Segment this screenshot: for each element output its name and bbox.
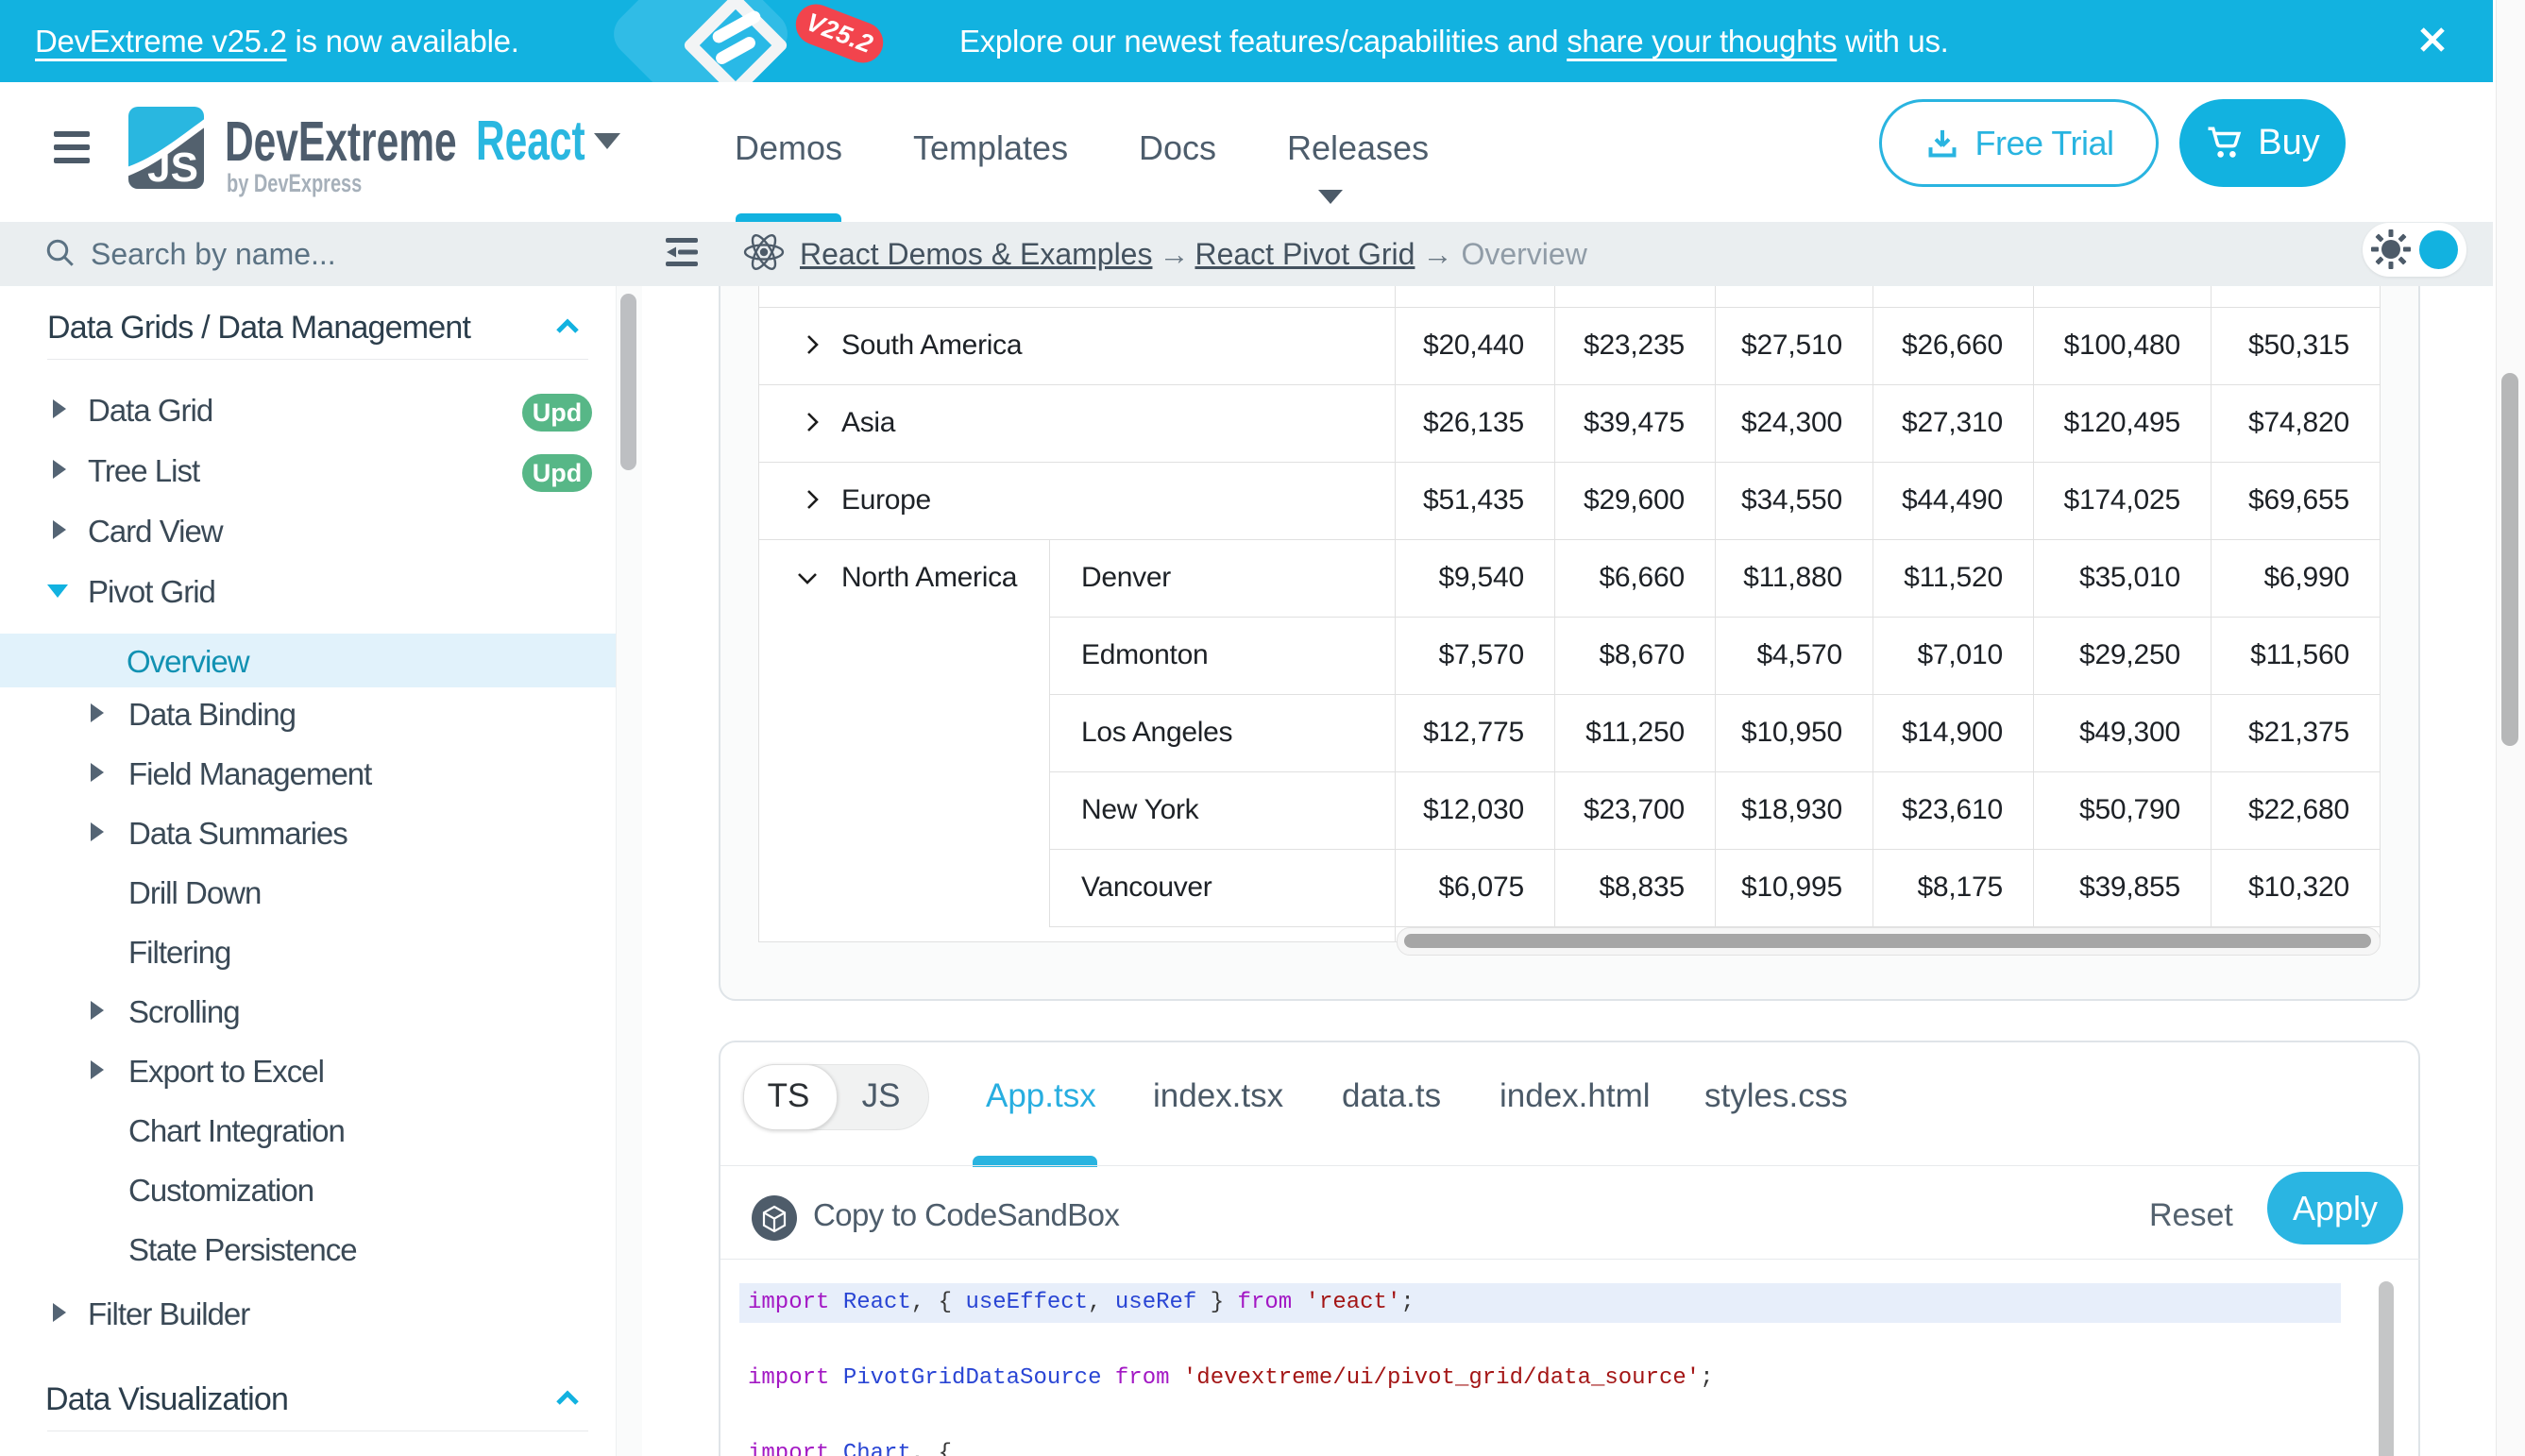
svg-text:JS: JS <box>147 144 198 189</box>
